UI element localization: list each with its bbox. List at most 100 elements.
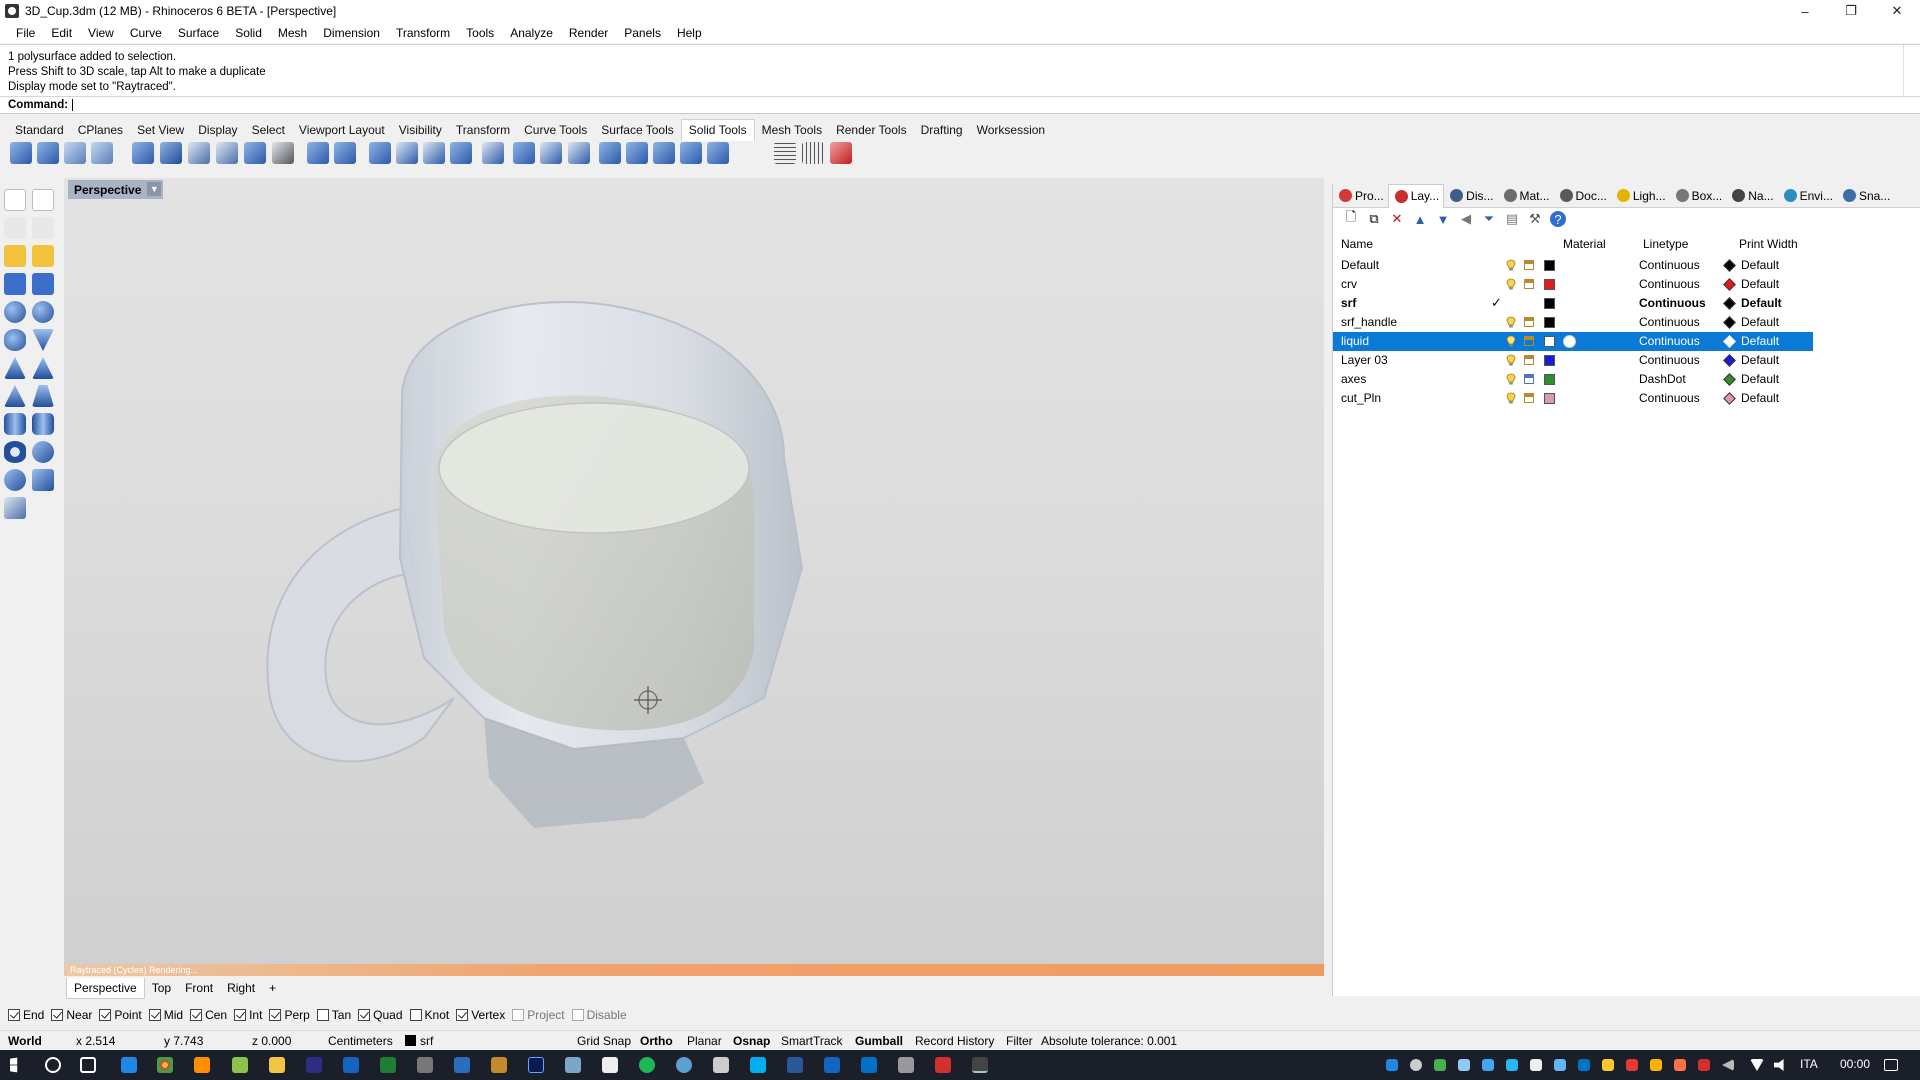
restore-button[interactable]: ❐ [1828, 0, 1874, 22]
tray-icon-10[interactable] [1650, 1059, 1662, 1071]
print-color-icon[interactable] [1723, 316, 1736, 329]
layer-row[interactable]: srf ✓ Continuous Default [1333, 294, 1813, 313]
boolean-split-icon[interactable] [91, 142, 113, 164]
layer-name[interactable]: liquid [1341, 334, 1369, 348]
polyline-icon[interactable] [4, 217, 26, 239]
print-color-icon[interactable] [1723, 373, 1736, 386]
app-icon-blue[interactable] [306, 1057, 322, 1073]
lightbulb-icon[interactable] [1506, 335, 1516, 347]
tray-icon-7[interactable] [1554, 1059, 1566, 1071]
place-hole-icon[interactable] [513, 142, 535, 164]
tab-standard[interactable]: Standard [8, 120, 71, 141]
lightbulb-icon[interactable] [1506, 392, 1516, 404]
mail-icon[interactable] [602, 1057, 618, 1073]
tab-viewport-layout[interactable]: Viewport Layout [292, 120, 392, 141]
app-icon-word2[interactable] [824, 1057, 840, 1073]
rotate-hole-icon[interactable] [540, 142, 562, 164]
menu-render[interactable]: Render [561, 26, 616, 40]
layer-name[interactable]: srf [1341, 296, 1356, 310]
edge-icon[interactable] [121, 1057, 137, 1073]
vtab-top[interactable]: Top [145, 978, 178, 998]
osnap-end[interactable]: End [8, 1008, 44, 1022]
osnap-mid[interactable]: Mid [148, 1008, 183, 1022]
layer-linetype[interactable]: Continuous [1639, 334, 1700, 348]
extrude-face-icon[interactable] [160, 142, 182, 164]
lightbulb-icon[interactable] [1506, 259, 1516, 271]
move-out-icon[interactable]: ◀ [1458, 211, 1474, 227]
layer-name[interactable]: Default [1341, 258, 1379, 272]
checkbox[interactable] [571, 1009, 584, 1021]
tray-outlook-icon[interactable] [1578, 1059, 1590, 1071]
layer-row[interactable]: Layer 03 Continuous Default [1333, 351, 1813, 370]
viewport-menu-arrow-icon[interactable]: ▼ [147, 182, 162, 196]
check-solid-icon[interactable] [830, 142, 852, 164]
layer-linetype[interactable]: Continuous [1639, 315, 1700, 329]
panel-tab-environments[interactable]: Envi... [1778, 184, 1837, 208]
menu-help[interactable]: Help [669, 26, 710, 40]
cone-solid-icon[interactable] [32, 329, 54, 351]
col-linetype[interactable]: Linetype [1643, 237, 1688, 251]
tube-icon[interactable] [32, 413, 54, 435]
panel-tab-properties[interactable]: Pro... [1333, 184, 1388, 208]
checkbox[interactable] [51, 1009, 64, 1021]
tray-icon-5[interactable] [1506, 1059, 1518, 1071]
layer-color-swatch[interactable] [1544, 355, 1555, 366]
chrome-icon[interactable] [157, 1057, 173, 1073]
move-edge-icon[interactable] [396, 142, 418, 164]
layer-color-swatch[interactable] [1544, 260, 1555, 271]
boolean-union-icon[interactable] [10, 142, 32, 164]
checkbox[interactable] [234, 1009, 247, 1021]
menu-panels[interactable]: Panels [616, 26, 669, 40]
make-hole-icon[interactable] [482, 142, 504, 164]
checkbox[interactable] [512, 1009, 525, 1021]
cone-icon[interactable] [32, 357, 54, 379]
panel-tab-document[interactable]: Doc... [1554, 184, 1611, 208]
wire-cut-icon[interactable] [369, 142, 391, 164]
filter-toggle[interactable]: Filter [1006, 1034, 1033, 1048]
checkbox[interactable] [269, 1009, 282, 1021]
wifi-icon[interactable] [1750, 1059, 1764, 1071]
tray-icon-8[interactable] [1602, 1059, 1614, 1071]
layer-linetype[interactable]: Continuous [1639, 353, 1700, 367]
layer-name[interactable]: srf_handle [1341, 315, 1397, 329]
app-icon-round[interactable] [676, 1057, 692, 1073]
viewport-title[interactable]: Perspective ▼ [68, 180, 164, 199]
tab-curve-tools[interactable]: Curve Tools [517, 120, 594, 141]
help-icon[interactable]: ? [1550, 211, 1566, 227]
tray-icon-4[interactable] [1458, 1059, 1470, 1071]
col-print-width[interactable]: Print Width [1739, 237, 1798, 251]
checkbox[interactable] [8, 1009, 20, 1021]
close-button[interactable]: ✕ [1874, 0, 1920, 22]
layer-states-icon[interactable]: ▤ [1504, 211, 1520, 227]
menu-view[interactable]: View [80, 26, 122, 40]
box-icon[interactable] [4, 273, 26, 295]
tab-visibility[interactable]: Visibility [392, 120, 449, 141]
current-layer[interactable]: srf [420, 1034, 433, 1048]
calculator-icon[interactable] [898, 1057, 914, 1073]
checkbox[interactable] [358, 1009, 371, 1021]
units-label[interactable]: Centimeters [328, 1034, 393, 1048]
tray-icon-3[interactable] [1434, 1059, 1446, 1071]
boolean-difference-icon[interactable] [37, 142, 59, 164]
lightbulb-icon[interactable] [1506, 373, 1516, 385]
panel-tab-named-views[interactable]: Na... [1726, 184, 1777, 208]
lock-closed-icon[interactable] [1524, 374, 1534, 384]
record-history-toggle[interactable]: Record History [915, 1034, 994, 1048]
search-icon[interactable] [45, 1057, 61, 1073]
print-width[interactable]: Default [1741, 315, 1779, 329]
box-solid-icon[interactable] [307, 142, 329, 164]
tab-set-view[interactable]: Set View [130, 120, 191, 141]
osnap-cen[interactable]: Cen [190, 1008, 227, 1022]
tools-icon[interactable]: ⚒ [1527, 211, 1543, 227]
grid-solid-icon[interactable] [802, 142, 824, 164]
app-icon-green[interactable] [232, 1057, 248, 1073]
col-material[interactable]: Material [1563, 237, 1606, 251]
cap-holes-icon[interactable] [132, 142, 154, 164]
checkbox[interactable] [316, 1009, 329, 1021]
lock-open-icon[interactable] [1524, 393, 1534, 403]
taper-icon[interactable] [626, 142, 648, 164]
tab-display[interactable]: Display [191, 120, 244, 141]
layer-row[interactable]: srf_handle Continuous Default [1333, 313, 1813, 332]
gumball-toggle[interactable]: Gumball [855, 1034, 903, 1048]
layer-name[interactable]: crv [1341, 277, 1357, 291]
